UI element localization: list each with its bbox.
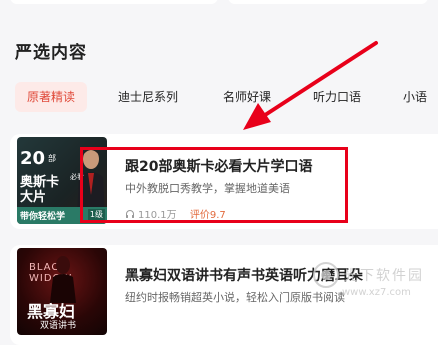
section-title: 严选内容	[15, 43, 87, 63]
cover-number: 20	[20, 148, 46, 169]
tab-minor-languages[interactable]: 小语	[403, 82, 427, 112]
course-card-black-widow[interactable]: BLACK WIDOW 黑寡妇 双语讲书 黑寡妇双语讲书有声书英语听力磨耳朵 纽…	[10, 245, 438, 345]
course-title: 黑寡妇双语讲书有声书英语听力磨耳朵	[125, 268, 363, 284]
cover-band: 带你轻松学 1级	[17, 207, 107, 224]
previous-card-right[interactable]	[228, 0, 428, 4]
tab-original-reading[interactable]: 原著精读	[15, 82, 88, 112]
course-meta: 110.1万 评价9.7	[125, 206, 226, 221]
cover-unit: 部	[48, 154, 56, 163]
tab-listening-speaking[interactable]: 听力口语	[313, 82, 361, 112]
previous-card-left[interactable]	[10, 0, 218, 4]
course-card-oscar[interactable]: 20 部 奥斯卡 大片 必看 带你轻松学 1级 跟20部奥斯卡必看大片学口语 中…	[10, 134, 438, 229]
cover-line2: 大片	[20, 190, 47, 205]
course-title: 跟20部奥斯卡必看大片学口语	[125, 159, 313, 175]
course-rating: 评价9.7	[189, 210, 226, 221]
tab-disney-series[interactable]: 迪士尼系列	[118, 82, 178, 112]
cover-subtitle: 双语讲书	[40, 321, 77, 331]
listen-count: 110.1万	[138, 210, 177, 221]
course-cover-oscar: 20 部 奥斯卡 大片 必看 带你轻松学 1级	[17, 137, 107, 224]
headphones-icon	[126, 210, 134, 218]
cover-band-text: 带你轻松学	[20, 212, 66, 222]
course-description: 纽约时报畅销超英小说，轻松入门原版书阅读	[125, 291, 345, 304]
cover-figure-image	[50, 256, 76, 303]
cover-tag: 必看	[70, 173, 84, 181]
tab-famous-teachers[interactable]: 名师好课	[223, 82, 271, 112]
course-cover-black-widow: BLACK WIDOW 黑寡妇 双语讲书	[17, 248, 107, 335]
category-tabs: 原著精读 迪士尼系列 名师好课 听力口语 小语	[0, 82, 438, 112]
course-description: 中外教脱口秀教学，掌握地道美语	[125, 182, 290, 195]
cover-level: 1级	[87, 209, 105, 220]
